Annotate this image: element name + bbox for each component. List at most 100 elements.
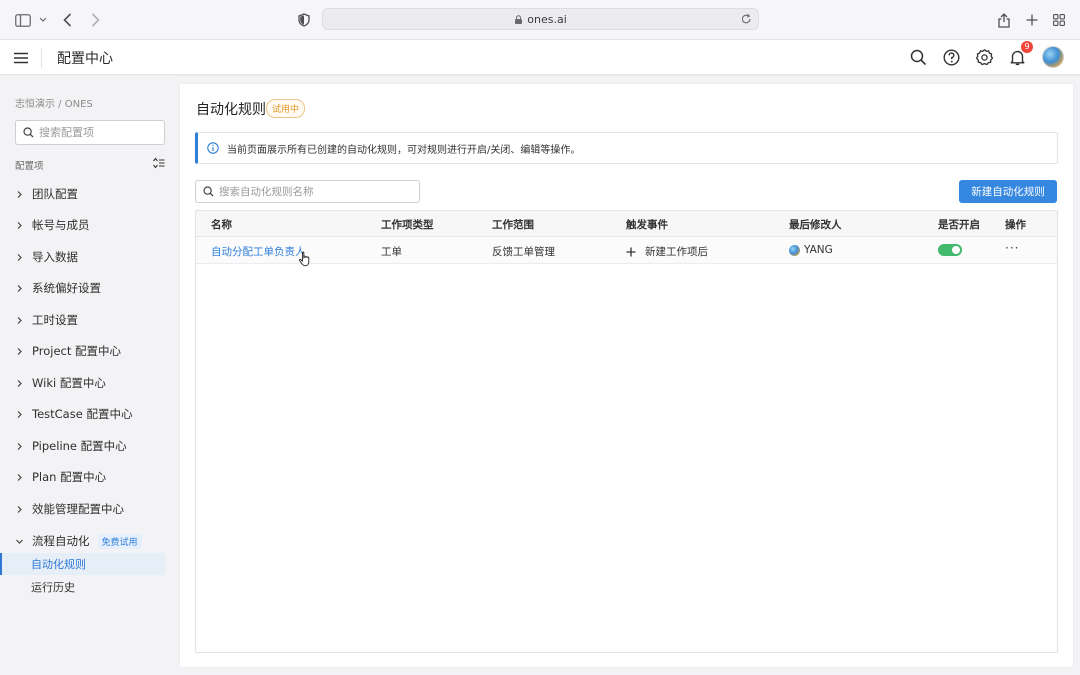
nav-item-label: 工时设置 — [32, 313, 78, 327]
table-row: 自动分配工单负责人 工单 反馈工单管理 新建工作项后 YANG ··· — [196, 237, 1057, 264]
nav-item-label: Wiki 配置中心 — [32, 376, 106, 390]
nav-item-plan-config[interactable]: Plan 配置中心 — [15, 467, 106, 487]
free-trial-badge: 免费试用 — [97, 533, 142, 549]
sidebar-toggle-icon[interactable] — [14, 10, 32, 30]
nav-item-system-preferences[interactable]: 系统偏好设置 — [15, 278, 101, 298]
config-search-input[interactable] — [39, 126, 159, 139]
back-icon[interactable] — [60, 10, 74, 30]
tab-overview-icon[interactable] — [1051, 10, 1067, 30]
nav-item-label: Plan 配置中心 — [32, 470, 107, 484]
info-banner: 当前页面展示所有已创建的自动化规则，可对规则进行开启/关闭、编辑等操作。 — [195, 132, 1058, 164]
help-icon[interactable] — [942, 48, 961, 67]
trial-badge: 试用中 — [266, 99, 306, 118]
nav-item-label: 帐号与成员 — [32, 218, 90, 232]
browser-toolbar: ones.ai — [0, 0, 1080, 40]
sub-item-run-history[interactable]: 运行历史 — [0, 576, 165, 598]
nav-item-label: 效能管理配置中心 — [32, 502, 124, 516]
rule-search-input[interactable] — [219, 185, 409, 198]
breadcrumb: 志恒演示 / ONES — [15, 99, 93, 110]
nav-item-performance-config[interactable]: 效能管理配置中心 — [15, 499, 124, 519]
nav-item-label: TestCase 配置中心 — [32, 407, 133, 421]
rules-table: 名称 工作项类型 工作范围 触发事件 最后修改人 是否开启 操作 自动分配工单负… — [195, 210, 1058, 653]
notification-badge: 9 — [1021, 41, 1033, 53]
address-bar[interactable]: ones.ai — [322, 8, 759, 30]
modifier-avatar — [789, 244, 800, 256]
main-panel: 自动化规则 试用中 当前页面展示所有已创建的自动化规则，可对规则进行开启/关闭、… — [180, 84, 1073, 667]
nav-item-worktime-settings[interactable]: 工时设置 — [15, 310, 78, 330]
column-header-scope: 工作范围 — [492, 219, 534, 231]
rule-type: 工单 — [381, 246, 402, 258]
user-avatar[interactable] — [1042, 46, 1064, 68]
lock-icon — [515, 14, 523, 24]
reload-icon[interactable] — [741, 13, 752, 25]
search-icon — [203, 186, 214, 197]
rule-name-link[interactable]: 自动分配工单负责人 — [211, 244, 306, 259]
nav-item-label: 团队配置 — [32, 187, 78, 201]
chevron-down-icon[interactable] — [38, 10, 48, 30]
chevron-right-icon — [17, 442, 22, 450]
sidebar: 志恒演示 / ONES 配置项 团队配置 帐号与成员 导入数据 系统偏好设置 工… — [0, 76, 178, 675]
column-header-name: 名称 — [211, 219, 232, 231]
share-icon[interactable] — [996, 10, 1012, 30]
rule-modifier-name: YANG — [804, 244, 833, 256]
chevron-right-icon — [17, 473, 22, 481]
config-search[interactable] — [15, 120, 165, 145]
more-actions-icon[interactable]: ··· — [1005, 241, 1019, 255]
chevron-right-icon — [17, 379, 22, 387]
column-header-enabled: 是否开启 — [938, 219, 980, 231]
sub-item-automation-rules[interactable]: 自动化规则 — [0, 553, 165, 575]
search-icon[interactable] — [909, 48, 928, 67]
chevron-right-icon — [17, 505, 22, 513]
column-header-trigger: 触发事件 — [626, 219, 668, 231]
chevron-right-icon — [17, 410, 22, 418]
sort-list-icon[interactable] — [152, 157, 165, 169]
new-tab-icon[interactable] — [1024, 10, 1040, 30]
chevron-right-icon — [17, 347, 22, 355]
column-header-modifier: 最后修改人 — [789, 219, 842, 231]
nav-item-import-data[interactable]: 导入数据 — [15, 247, 78, 267]
rule-scope: 反馈工单管理 — [492, 246, 555, 258]
hamburger-menu-icon[interactable] — [12, 49, 30, 67]
header-divider — [41, 48, 42, 68]
info-icon — [207, 142, 219, 154]
chevron-right-icon — [17, 316, 22, 324]
hand-pointer-icon — [299, 251, 310, 267]
column-header-type: 工作项类型 — [381, 219, 434, 231]
settings-gear-icon[interactable] — [975, 48, 994, 67]
rule-trigger-text: 新建工作项后 — [645, 246, 708, 258]
table-header: 名称 工作项类型 工作范围 触发事件 最后修改人 是否开启 操作 — [196, 211, 1057, 237]
column-header-actions: 操作 — [1005, 219, 1026, 231]
forward-icon[interactable] — [88, 10, 102, 30]
search-icon — [23, 127, 34, 138]
url-text: ones.ai — [527, 12, 567, 26]
nav-item-testcase-config[interactable]: TestCase 配置中心 — [15, 404, 132, 424]
section-label: 配置项 — [15, 161, 44, 172]
nav-item-label: Project 配置中心 — [32, 344, 122, 358]
nav-item-process-automation[interactable]: 流程自动化 免费试用 — [15, 531, 142, 551]
nav-item-accounts-members[interactable]: 帐号与成员 — [15, 215, 90, 235]
new-automation-rule-button[interactable]: 新建自动化规则 — [959, 180, 1057, 203]
app-title: 配置中心 — [57, 51, 113, 67]
nav-item-label: 导入数据 — [32, 250, 78, 264]
privacy-shield-icon[interactable] — [297, 10, 311, 30]
chevron-right-icon — [17, 221, 22, 229]
nav-item-team-config[interactable]: 团队配置 — [15, 184, 78, 204]
info-text: 当前页面展示所有已创建的自动化规则，可对规则进行开启/关闭、编辑等操作。 — [227, 144, 581, 156]
page-title: 自动化规则 — [196, 102, 266, 118]
chevron-right-icon — [17, 190, 22, 198]
rule-search[interactable] — [195, 180, 420, 203]
nav-item-pipeline-config[interactable]: Pipeline 配置中心 — [15, 436, 127, 456]
nav-item-label: Pipeline 配置中心 — [32, 439, 127, 453]
rule-modifier: YANG — [789, 244, 833, 256]
chevron-down-icon — [16, 539, 23, 544]
chevron-right-icon — [17, 253, 22, 261]
nav-item-project-config[interactable]: Project 配置中心 — [15, 341, 121, 361]
sub-item-label: 自动化规则 — [31, 558, 86, 571]
rule-enabled-toggle[interactable] — [938, 244, 962, 256]
plus-icon — [626, 247, 636, 256]
chevron-right-icon — [17, 284, 22, 292]
nav-item-wiki-config[interactable]: Wiki 配置中心 — [15, 373, 106, 393]
nav-item-label: 流程自动化 — [32, 534, 90, 548]
rule-trigger: 新建工作项后 — [626, 244, 708, 259]
app-header: 配置中心 — [0, 40, 1080, 75]
